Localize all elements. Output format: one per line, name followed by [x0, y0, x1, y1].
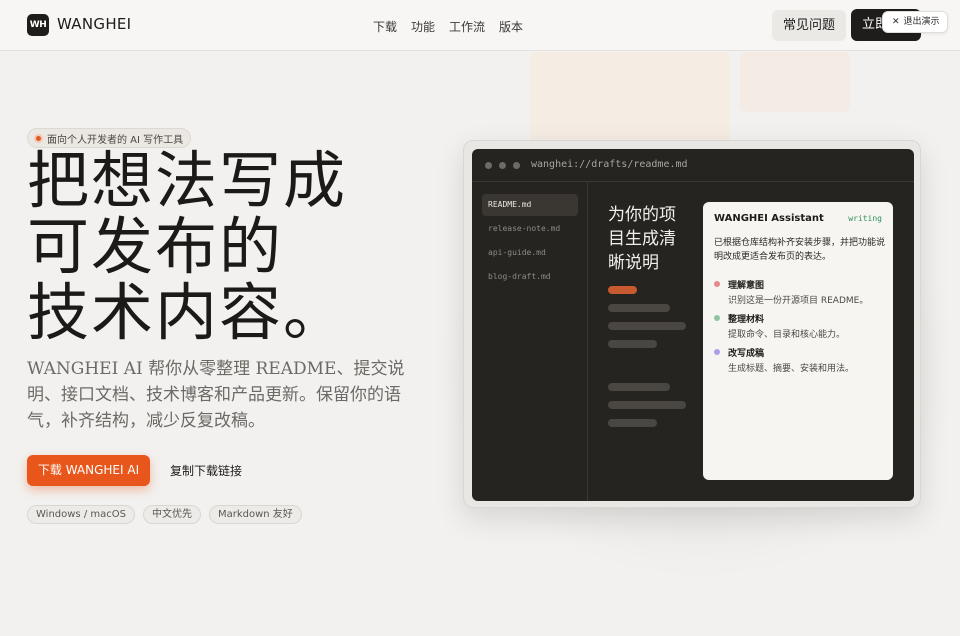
hero-description: WANGHEI AI 帮你从零整理 README、提交说明、接口文档、技术博客和…	[27, 359, 405, 431]
window-dot-icon	[513, 162, 520, 169]
hero-title: 把想法写成 可发布的 技术内容。	[27, 148, 447, 346]
hero-title-line: 技术内容。	[27, 276, 348, 349]
window-dot-icon	[485, 162, 492, 169]
step-title: 整理材料	[728, 315, 765, 325]
hero-title-line: 可发布的	[27, 210, 284, 283]
badge-dot-icon	[34, 133, 43, 143]
exit-demo-button[interactable]: ✕ 退出演示	[882, 11, 948, 33]
doc-title: 为你的项目生成清晰说明	[608, 205, 676, 273]
file-item-readme[interactable]: README.md	[482, 194, 578, 216]
step-dot-icon	[714, 281, 720, 287]
text-placeholder	[608, 419, 657, 427]
nav-link-features[interactable]: 功能	[411, 18, 435, 35]
tag-chinese: 中文优先	[142, 505, 201, 524]
exit-demo-label: 退出演示	[903, 17, 940, 27]
step-dot-icon	[714, 315, 720, 321]
download-button[interactable]: 下载 WANGHEI AI	[27, 455, 150, 486]
text-placeholder	[608, 322, 686, 330]
file-item-blog-draft[interactable]: blog-draft.md	[482, 266, 578, 288]
step-desc: 提取命令、目录和核心能力。	[728, 330, 846, 340]
nav-link-workflow[interactable]: 工作流	[449, 18, 485, 35]
step-title: 改写成稿	[728, 349, 765, 359]
close-icon: ✕	[892, 17, 900, 27]
text-placeholder	[608, 340, 657, 348]
window-titlebar: wanghei://drafts/readme.md	[472, 149, 914, 182]
nav-link-versions[interactable]: 版本	[499, 18, 523, 35]
hero-title-line: 把想法写成	[27, 144, 348, 217]
file-sidebar: README.md release-note.md api-guide.md b…	[472, 182, 588, 501]
background-glow	[740, 52, 850, 112]
assistant-intro: 已根据仓库结构补齐安装步骤，并把功能说明改成更适合发布页的表达。	[714, 238, 886, 262]
background-glow	[530, 52, 730, 147]
nav-link-download[interactable]: 下载	[373, 18, 397, 35]
tag-markdown: Markdown 友好	[208, 505, 302, 524]
step-desc: 生成标题、摘要、安装和用法。	[728, 364, 855, 374]
top-nav: WH WANGHEI 下载 功能 工作流 版本 常见问题 立即试用 ✕退出演示	[0, 0, 960, 51]
step-dot-icon	[714, 349, 720, 355]
brand-name[interactable]: WANGHEI	[57, 15, 131, 33]
text-placeholder-accent	[608, 286, 637, 294]
file-item-release-note[interactable]: release-note.md	[482, 218, 578, 240]
app-screen: wanghei://drafts/readme.md README.md rel…	[472, 149, 914, 501]
step-title: 理解意图	[728, 281, 765, 291]
file-item-api-guide[interactable]: api-guide.md	[482, 242, 578, 264]
logo-icon[interactable]: WH	[27, 14, 49, 36]
text-placeholder	[608, 401, 686, 409]
nav-links: 下载 功能 工作流 版本	[373, 18, 523, 35]
tag-platform: Windows / macOS	[27, 505, 135, 524]
assistant-card: WANGHEI Assistant writing 已根据仓库结构补齐安装步骤，…	[703, 202, 893, 480]
feature-tags: Windows / macOS 中文优先 Markdown 友好	[27, 505, 302, 524]
faq-button[interactable]: 常见问题	[772, 10, 846, 41]
assistant-status: writing	[848, 214, 882, 223]
step-desc: 识别这是一份开源项目 README。	[728, 296, 869, 306]
app-mockup: wanghei://drafts/readme.md README.md rel…	[463, 140, 921, 508]
text-placeholder	[608, 304, 670, 312]
text-placeholder	[608, 383, 670, 391]
file-path: wanghei://drafts/readme.md	[531, 159, 688, 170]
assistant-title: WANGHEI Assistant	[714, 213, 824, 224]
window-dot-icon	[499, 162, 506, 169]
copy-download-link[interactable]: 复制下载链接	[170, 462, 242, 479]
